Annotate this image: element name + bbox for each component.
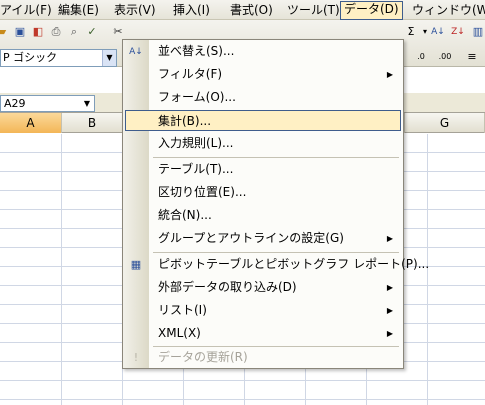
- menu-data[interactable]: データ(D): [340, 1, 403, 20]
- pivot-table-icon: ▦: [130, 258, 142, 271]
- menu-item-validation[interactable]: 入力規則(L)...: [125, 133, 401, 154]
- submenu-arrow-icon: ▶: [386, 70, 393, 79]
- chevron-down-icon[interactable]: ▼: [102, 50, 116, 66]
- menu-separator: [153, 157, 399, 158]
- menu-item-xml[interactable]: XML(X) ▶: [125, 323, 401, 344]
- menu-item-import-external-data[interactable]: 外部データの取り込み(D) ▶: [125, 277, 401, 298]
- spelling-icon[interactable]: ✓: [84, 24, 100, 40]
- menu-window[interactable]: ウィンドウ(W): [409, 2, 485, 19]
- print-preview-icon[interactable]: ⌕: [66, 24, 82, 40]
- menu-insert[interactable]: 挿入(I): [170, 2, 213, 19]
- menu-item-refresh-data: ! データの更新(R): [125, 347, 401, 368]
- submenu-arrow-icon: ▶: [386, 306, 393, 315]
- open-icon[interactable]: ▰: [0, 24, 10, 40]
- submenu-arrow-icon: ▶: [386, 234, 393, 243]
- submenu-arrow-icon: ▶: [386, 283, 393, 292]
- refresh-data-icon: !: [133, 351, 139, 364]
- menu-item-form[interactable]: フォーム(O)...: [125, 87, 401, 108]
- cut-icon[interactable]: ✂: [110, 24, 126, 40]
- column-header-a[interactable]: A: [0, 113, 62, 133]
- print-icon[interactable]: ⎙: [48, 24, 64, 40]
- menu-item-sort[interactable]: A↓ 並べ替え(S)...: [125, 41, 401, 62]
- menu-item-pivot-table[interactable]: ▦ ピボットテーブルとピボットグラフ レポート(P)...: [125, 254, 429, 275]
- font-name-value: P ゴシック: [3, 51, 58, 64]
- menu-format[interactable]: 書式(O): [227, 2, 276, 19]
- menu-separator: [153, 252, 399, 253]
- menu-item-table[interactable]: テーブル(T)...: [125, 159, 401, 180]
- save-icon[interactable]: ▣: [12, 24, 28, 40]
- sort-descending-icon[interactable]: Z↓: [450, 24, 466, 40]
- menu-item-filter[interactable]: フィルタ(F) ▶: [125, 64, 401, 85]
- menu-tools[interactable]: ツール(T): [284, 2, 343, 19]
- menu-bar: アイル(F) 編集(E) 表示(V) 挿入(I) 書式(O) ツール(T) デー…: [0, 0, 485, 20]
- font-name-combobox[interactable]: P ゴシック ▼: [0, 49, 117, 67]
- menu-view[interactable]: 表示(V): [111, 2, 159, 19]
- submenu-arrow-icon: ▶: [386, 329, 393, 338]
- column-header-g[interactable]: G: [404, 113, 485, 133]
- menu-edit[interactable]: 編集(E): [55, 2, 102, 19]
- decrease-indent-icon[interactable]: ≡: [464, 49, 480, 65]
- menu-item-list[interactable]: リスト(I) ▶: [125, 300, 401, 321]
- menu-item-consolidate[interactable]: 統合(N)...: [125, 205, 401, 226]
- chevron-down-icon[interactable]: ▼: [80, 96, 94, 111]
- sort-az-icon: A↓: [129, 47, 143, 57]
- data-menu: A↓ 並べ替え(S)... フィルタ(F) ▶ フォーム(O)... 集計(B)…: [122, 39, 429, 369]
- menu-item-text-to-columns[interactable]: 区切り位置(E)...: [125, 182, 401, 203]
- name-box-value: A29: [4, 97, 26, 110]
- sort-ascending-icon[interactable]: A↓: [430, 24, 446, 40]
- menu-item-subtotal[interactable]: 集計(B)...: [125, 110, 401, 131]
- name-box[interactable]: A29 ▼: [0, 95, 95, 112]
- column-header-b[interactable]: B: [62, 113, 123, 133]
- permission-icon[interactable]: ◧: [30, 24, 46, 40]
- chart-wizard-icon[interactable]: ▥: [470, 24, 485, 40]
- menu-item-group-outline[interactable]: グループとアウトラインの設定(G) ▶: [125, 228, 401, 249]
- menu-file[interactable]: アイル(F): [0, 2, 55, 19]
- decrease-decimal-icon[interactable]: .00: [437, 49, 453, 65]
- increase-decimal-icon[interactable]: .0: [413, 49, 429, 65]
